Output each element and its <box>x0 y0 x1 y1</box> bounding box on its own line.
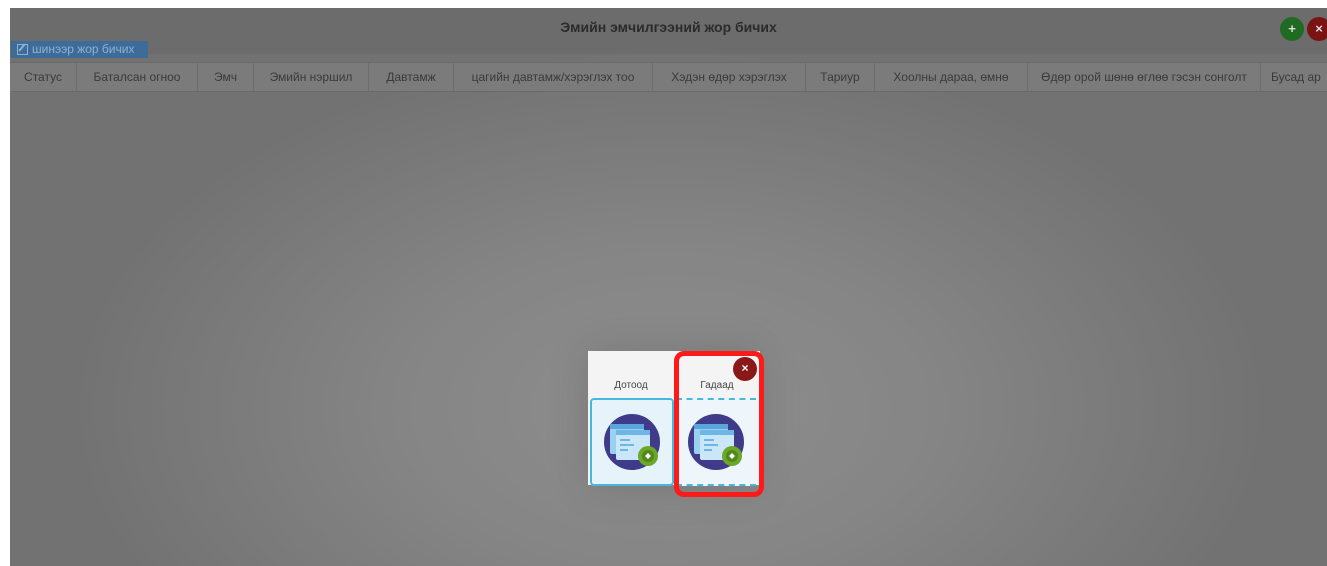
option-internal[interactable] <box>590 398 674 486</box>
col-drug-name[interactable]: Эмийн нэршил <box>254 63 369 91</box>
col-time-of-day[interactable]: Өдөр орой шөнө өглөө гэсэн сонголт <box>1028 63 1261 91</box>
col-status[interactable]: Статус <box>10 63 77 91</box>
window-title: Эмийн эмчилгээний жор бичих <box>560 19 777 35</box>
highlight-box <box>674 351 764 497</box>
new-prescription-button[interactable]: шинээр жор бичих <box>11 41 149 58</box>
col-days-to-use[interactable]: Хэдэн өдөр хэрэглэх <box>653 63 806 91</box>
option-internal-label: Дотоод <box>614 380 648 391</box>
col-frequency[interactable]: Давтамж <box>369 63 454 91</box>
col-approved-date[interactable]: Баталсан огноо <box>77 63 198 91</box>
prescription-window: Эмийн эмчилгээний жор бичих шинээр жор б… <box>10 8 1327 566</box>
col-hourly-frequency[interactable]: цагийн давтамж/хэрэглэх тоо <box>454 63 653 91</box>
col-before-after-meal[interactable]: Хоолны дараа, өмнө <box>875 63 1028 91</box>
new-prescription-label: шинээр жор бичих <box>32 42 135 56</box>
table-header: Статус Баталсан огноо Эмч Эмийн нэршил Д… <box>10 62 1327 92</box>
edit-icon <box>17 44 28 55</box>
window-titlebar: Эмийн эмчилгээний жор бичих <box>10 8 1327 54</box>
web-app-settings-icon <box>604 414 660 470</box>
col-syringe[interactable]: Тариур <box>806 63 875 91</box>
col-other[interactable]: Бусад ар <box>1261 63 1327 91</box>
add-button[interactable]: + <box>1280 17 1304 41</box>
window-close-button[interactable]: × <box>1307 17 1327 41</box>
col-doctor[interactable]: Эмч <box>198 63 254 91</box>
